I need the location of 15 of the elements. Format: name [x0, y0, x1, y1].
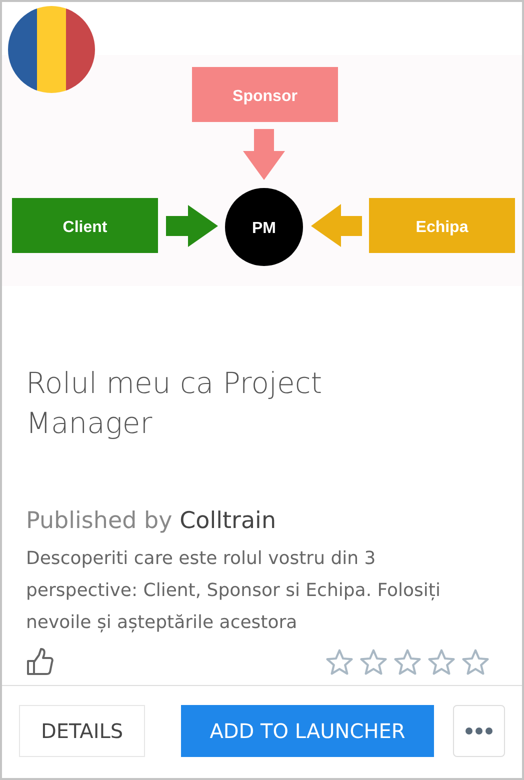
diagram-circle: PM [225, 188, 303, 266]
publisher-line: Published by Colltrain [26, 507, 278, 536]
thumbs-up-icon[interactable] [26, 647, 56, 677]
diagram-box: Sponsor [192, 67, 338, 122]
diagram-box: Echipa [369, 198, 515, 253]
add-to-launcher-button[interactable]: ADD TO LAUNCHER [181, 705, 434, 757]
diagram-box: Client [12, 198, 158, 253]
arrow [311, 204, 362, 247]
course-description: Descoperiti care este rolul vostru din 3 perspective: Client, Sponsor si Echipa. Folosiți nevoile și așteptările acestora [26, 547, 442, 635]
course-title: Rolul meu ca Project Manager [26, 365, 324, 442]
details-button[interactable]: DETAILS [19, 705, 145, 757]
arrow [243, 129, 285, 180]
arrow [166, 205, 218, 247]
more-icon [465, 727, 493, 735]
more-button[interactable] [453, 705, 505, 757]
